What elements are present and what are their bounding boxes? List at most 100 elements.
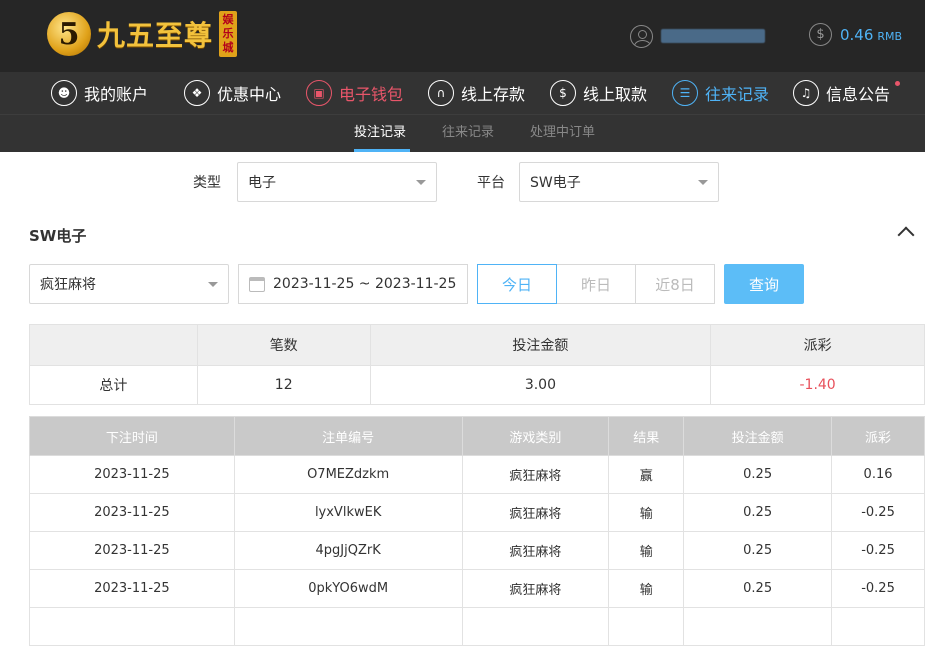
table-cell: 赢 bbox=[608, 455, 685, 494]
summary-header-cell: 派彩 bbox=[710, 324, 925, 366]
table-row: 2023-11-25 0pkYO6wdM 疯狂麻将 输 0.25 -0.25 bbox=[29, 569, 925, 608]
nav-item-label: 线上取款 bbox=[583, 85, 648, 104]
table-cell: 0.25 bbox=[683, 569, 833, 608]
platform-label: 平台 bbox=[477, 175, 505, 191]
logo-badge-char: 娱 bbox=[222, 13, 234, 26]
table-row: 2023-11-25 4pgJjQZrK 疯狂麻将 输 0.25 -0.25 bbox=[29, 531, 925, 570]
summary-header-cell: 笔数 bbox=[196, 324, 371, 366]
records-header-cell[interactable]: 结果 bbox=[608, 416, 685, 456]
table-cell: 输 bbox=[608, 493, 685, 532]
logo-badge-char: 乐 bbox=[222, 27, 234, 40]
main-nav: ☻ 我的账户 ❖ 优惠中心 ▣ 电子钱包 ∩ 线上存款 $ 线上取款 ☰ 往来记… bbox=[0, 72, 925, 114]
records-header-cell[interactable]: 下注时间 bbox=[29, 416, 235, 456]
date-range-input[interactable]: 2023-11-25 ~ 2023-11-25 bbox=[238, 264, 468, 304]
records-header-cell[interactable]: 投注金额 bbox=[683, 416, 833, 456]
table-row: 2023-11-25 lyxVlkwEK 疯狂麻将 输 0.25 -0.25 bbox=[29, 493, 925, 532]
game-select-value: 疯狂麻将 bbox=[40, 277, 96, 293]
table-cell: -0.25 bbox=[831, 493, 925, 532]
withdraw-icon: $ bbox=[550, 80, 576, 106]
summary-header-cell bbox=[29, 324, 198, 366]
summary-table: 笔数 投注金额 派彩 总计 12 3.00 -1.40 bbox=[29, 324, 925, 405]
sub-nav: 投注记录 往来记录 处理中订单 bbox=[0, 114, 925, 152]
table-cell: -0.25 bbox=[831, 569, 925, 608]
bell-icon: ♫ bbox=[793, 80, 819, 106]
table-row bbox=[29, 607, 925, 646]
balance-amount: 0.46 bbox=[840, 25, 874, 44]
yesterday-button[interactable]: 昨日 bbox=[556, 264, 636, 304]
table-cell: 2023-11-25 bbox=[29, 569, 235, 608]
today-button[interactable]: 今日 bbox=[477, 264, 557, 304]
tab-bet-records[interactable]: 投注记录 bbox=[354, 115, 410, 152]
chevron-up-icon[interactable] bbox=[897, 226, 915, 244]
summary-header-cell: 投注金额 bbox=[369, 324, 712, 366]
logo-text: 九五至尊 bbox=[97, 19, 214, 52]
records-table: 下注时间 注单编号 游戏类别 结果 投注金额 派彩 2023-11-25 O7M… bbox=[29, 416, 925, 646]
nav-item-label: 信息公告 bbox=[826, 85, 891, 104]
nav-item-promotions[interactable]: ❖ 优惠中心 bbox=[184, 72, 281, 114]
table-cell: O7MEZdzkm bbox=[233, 455, 463, 494]
table-cell: 4pgJjQZrK bbox=[233, 531, 463, 570]
nav-item-label: 往来记录 bbox=[705, 85, 770, 104]
chevron-down-icon bbox=[416, 180, 426, 185]
notification-dot bbox=[895, 81, 901, 86]
summary-header-row: 笔数 投注金额 派彩 bbox=[29, 324, 925, 366]
calendar-icon bbox=[249, 276, 265, 292]
records-header-cell[interactable]: 派彩 bbox=[831, 416, 925, 456]
logo-badge: 娱 乐 城 bbox=[219, 11, 238, 57]
table-cell: 0.25 bbox=[683, 493, 833, 532]
table-cell: 疯狂麻将 bbox=[461, 531, 610, 570]
game-select[interactable]: 疯狂麻将 bbox=[29, 264, 229, 304]
table-cell: 2023-11-25 bbox=[29, 493, 235, 532]
tab-pending-orders[interactable]: 处理中订单 bbox=[530, 115, 595, 152]
table-cell bbox=[461, 607, 610, 646]
type-select[interactable]: 电子 bbox=[237, 162, 437, 202]
chevron-down-icon bbox=[698, 180, 708, 185]
logo-emblem-icon: 5 bbox=[47, 12, 91, 56]
gift-icon: ❖ bbox=[184, 80, 210, 106]
table-cell: 0.25 bbox=[683, 531, 833, 570]
table-cell: 0.25 bbox=[683, 455, 833, 494]
platform-select-value: SW电子 bbox=[530, 175, 581, 191]
table-cell: 2023-11-25 bbox=[29, 531, 235, 570]
table-cell bbox=[233, 607, 463, 646]
table-cell: 输 bbox=[608, 531, 685, 570]
summary-cell: 12 bbox=[196, 365, 371, 405]
balance-display: $ 0.46 RMB bbox=[809, 23, 902, 46]
last-8-days-button[interactable]: 近8日 bbox=[635, 264, 715, 304]
table-cell: 2023-11-25 bbox=[29, 455, 235, 494]
table-cell bbox=[608, 607, 685, 646]
nav-item-e-wallet[interactable]: ▣ 电子钱包 bbox=[306, 72, 403, 114]
nav-item-my-account[interactable]: ☻ 我的账户 bbox=[51, 72, 148, 114]
records-header-cell[interactable]: 游戏类别 bbox=[461, 416, 610, 456]
avatar-icon bbox=[630, 24, 653, 48]
nav-item-withdraw[interactable]: $ 线上取款 bbox=[550, 72, 647, 114]
table-cell: 疯狂麻将 bbox=[461, 455, 610, 494]
top-header: 5 九五至尊 娱 乐 城 $ 0.46 RMB bbox=[0, 0, 925, 72]
nav-item-label: 线上存款 bbox=[461, 85, 526, 104]
type-label: 类型 bbox=[193, 175, 221, 191]
query-button[interactable]: 查询 bbox=[724, 264, 804, 304]
summary-cell: 3.00 bbox=[369, 365, 712, 405]
records-icon: ☰ bbox=[672, 80, 698, 106]
nav-item-transactions[interactable]: ☰ 往来记录 bbox=[672, 72, 769, 114]
table-cell: -0.25 bbox=[831, 531, 925, 570]
wallet-icon: ▣ bbox=[306, 80, 332, 106]
nav-item-label: 电子钱包 bbox=[339, 85, 404, 104]
table-cell: 输 bbox=[608, 569, 685, 608]
nav-item-deposit[interactable]: ∩ 线上存款 bbox=[428, 72, 525, 114]
tab-transactions[interactable]: 往来记录 bbox=[442, 115, 494, 152]
table-cell bbox=[831, 607, 925, 646]
table-cell: 疯狂麻将 bbox=[461, 493, 610, 532]
brand-logo[interactable]: 5 九五至尊 娱 乐 城 bbox=[47, 8, 238, 60]
table-cell bbox=[683, 607, 833, 646]
table-cell: 0pkYO6wdM bbox=[233, 569, 463, 608]
balance-unit: RMB bbox=[877, 29, 903, 43]
platform-select[interactable]: SW电子 bbox=[519, 162, 719, 202]
summary-cell: 总计 bbox=[29, 365, 198, 405]
dollar-icon: $ bbox=[809, 23, 832, 46]
records-header-row: 下注时间 注单编号 游戏类别 结果 投注金额 派彩 bbox=[29, 416, 925, 456]
nav-item-announcements[interactable]: ♫ 信息公告 bbox=[793, 72, 901, 114]
user-info[interactable] bbox=[630, 23, 765, 49]
type-select-value: 电子 bbox=[248, 175, 276, 191]
records-header-cell[interactable]: 注单编号 bbox=[233, 416, 463, 456]
